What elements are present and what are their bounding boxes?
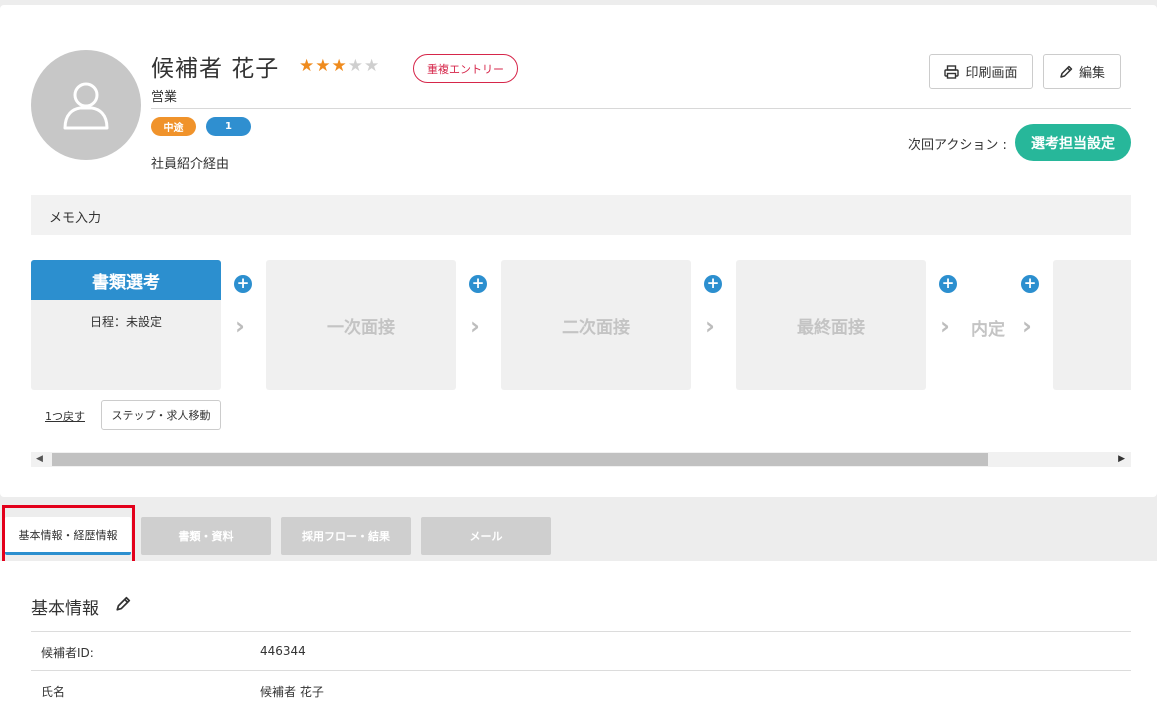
chevron-right-icon: › — [705, 312, 715, 340]
star-icon[interactable]: ★ — [332, 56, 348, 76]
step-offer[interactable]: 内定 — [971, 315, 1005, 340]
avatar — [31, 50, 141, 160]
duplicate-entry-badge[interactable]: 重複エントリー — [413, 54, 518, 83]
add-step-icon[interactable]: + — [939, 275, 957, 293]
step-back-link[interactable]: 1つ戻す — [45, 408, 85, 424]
add-step-icon[interactable]: + — [704, 275, 722, 293]
info-row: 候補者ID: 446344 — [31, 631, 1131, 670]
print-button[interactable]: 印刷画面 — [929, 54, 1033, 89]
entry-route: 社員紹介経由 — [151, 157, 230, 172]
step-schedule: 日程：未設定 — [89, 315, 162, 329]
info-row: 氏名 候補者 花子 — [31, 670, 1131, 709]
step-second-interview[interactable]: 二次面接 — [501, 260, 691, 390]
add-step-icon[interactable]: + — [1021, 275, 1039, 293]
step-first-interview[interactable]: 一次面接 — [266, 260, 456, 390]
print-label: 印刷画面 — [965, 66, 1018, 81]
person-icon — [63, 82, 109, 130]
printer-icon — [944, 64, 960, 79]
star-icon[interactable]: ★ — [348, 56, 364, 76]
pencil-icon — [1060, 65, 1073, 78]
edit-button[interactable]: 編集 — [1043, 54, 1121, 89]
info-value: 候補者 花子 — [260, 685, 324, 699]
scroll-right-arrow-icon[interactable]: ▶ — [1118, 454, 1125, 464]
scroll-left-arrow-icon[interactable]: ◀ — [36, 454, 43, 464]
assign-screener-button[interactable]: 選考担当設定 — [1015, 124, 1131, 161]
info-key: 候補者ID: — [41, 646, 94, 660]
add-step-icon[interactable]: + — [469, 275, 487, 293]
step-next-partial[interactable]: オ — [1053, 260, 1131, 390]
chevron-right-icon: › — [1022, 312, 1032, 340]
step-move-button[interactable]: ステップ・求人移動 — [101, 400, 221, 430]
divider — [151, 108, 1131, 109]
chevron-right-icon: › — [470, 312, 480, 340]
section-title: 基本情報 — [31, 599, 99, 619]
memo-input[interactable]: メモ入力 — [31, 195, 1131, 235]
rating-stars[interactable]: ★★★★★ — [299, 56, 380, 76]
edit-label: 編集 — [1078, 66, 1105, 81]
tab-basic-info[interactable]: 基本情報・経歴情報 — [5, 517, 131, 555]
tag-count: 1 — [206, 117, 251, 136]
basic-info-section: 基本情報 候補者ID: 446344 氏名 候補者 花子 — [0, 561, 1157, 713]
candidate-name: 候補者 花子 — [151, 56, 280, 82]
department: 営業 — [151, 90, 178, 105]
step-document-screening[interactable]: 書類選考 日程：未設定 — [31, 260, 221, 390]
tab-bar: 基本情報・経歴情報 書類・資料 採用フロー・結果 メール — [0, 506, 1157, 561]
star-icon[interactable]: ★ — [299, 56, 315, 76]
next-action-label: 次回アクション : — [908, 138, 1007, 153]
horizontal-scrollbar[interactable]: ◀ ▶ — [31, 452, 1131, 467]
tag-midcareer: 中途 — [151, 117, 196, 136]
tab-hiring-flow[interactable]: 採用フロー・結果 — [281, 517, 411, 555]
star-icon[interactable]: ★ — [315, 56, 331, 76]
chevron-right-icon: › — [235, 312, 245, 340]
star-icon[interactable]: ★ — [364, 56, 380, 76]
tab-mail[interactable]: メール — [421, 517, 551, 555]
scroll-thumb[interactable] — [52, 453, 988, 466]
step-title: 書類選考 — [31, 260, 221, 300]
add-step-icon[interactable]: + — [234, 275, 252, 293]
pipeline: 書類選考 日程：未設定 + › 一次面接 + › 二次面接 + › 最終面接 +… — [31, 260, 1131, 390]
info-value: 446344 — [260, 644, 306, 658]
tab-documents[interactable]: 書類・資料 — [141, 517, 271, 555]
info-key: 氏名 — [41, 685, 66, 699]
step-final-interview[interactable]: 最終面接 — [736, 260, 926, 390]
chevron-right-icon: › — [940, 312, 950, 340]
pencil-icon[interactable] — [115, 596, 131, 612]
